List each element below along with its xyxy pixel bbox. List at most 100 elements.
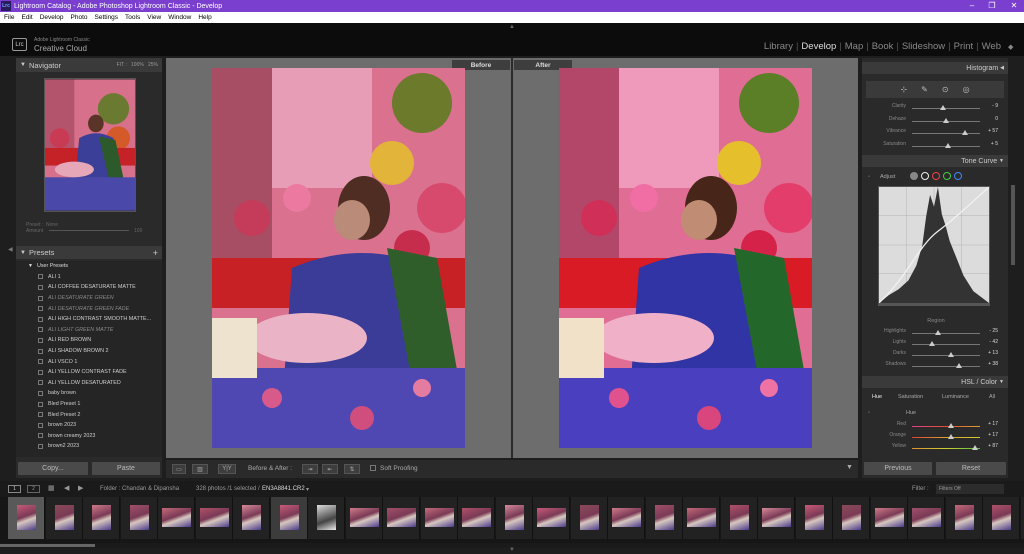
hue-value[interactable]: + 17: [988, 432, 998, 438]
filmstrip-thumbnail[interactable]: [270, 497, 308, 539]
red-eye-icon[interactable]: ⊙: [942, 85, 949, 94]
menu-photo[interactable]: Photo: [71, 14, 88, 21]
main-window-button[interactable]: 1: [8, 485, 21, 493]
presence-value[interactable]: + 57: [988, 128, 998, 134]
paste-button[interactable]: Paste: [92, 462, 160, 475]
filmstrip-thumbnail[interactable]: [758, 497, 795, 539]
presence-value[interactable]: - 9: [992, 103, 998, 109]
filmstrip-thumbnail[interactable]: [570, 497, 608, 539]
filmstrip-thumbnail[interactable]: [458, 497, 495, 539]
hue-slider-thumb[interactable]: [972, 445, 979, 450]
region-value[interactable]: - 42: [989, 339, 998, 345]
region-slider[interactable]: [912, 344, 980, 345]
filmstrip-thumbnail[interactable]: [533, 497, 570, 539]
current-filename[interactable]: EN3A8841.CR2: [262, 486, 305, 492]
region-slider[interactable]: [912, 333, 980, 334]
grid-view-icon[interactable]: ▦: [48, 484, 55, 492]
previous-button[interactable]: Previous: [864, 462, 932, 475]
region-value[interactable]: + 38: [988, 361, 998, 367]
region-slider[interactable]: [912, 366, 980, 367]
presence-slider-thumb[interactable]: [962, 130, 969, 135]
curve-target-icon[interactable]: ◦: [868, 174, 870, 180]
tab-saturation[interactable]: Saturation: [898, 394, 923, 400]
tab-luminance[interactable]: Luminance: [942, 394, 969, 400]
presence-value[interactable]: 0: [995, 116, 998, 122]
region-value[interactable]: - 25: [989, 328, 998, 334]
collapse-bottom-icon[interactable]: ▼: [509, 547, 515, 553]
close-icon[interactable]: ✕: [1004, 0, 1024, 12]
filmstrip-thumbnail[interactable]: [870, 497, 908, 539]
loupe-view-icon[interactable]: ▭: [172, 464, 186, 474]
hue-slider[interactable]: [912, 426, 980, 427]
filmstrip-thumbnail[interactable]: [983, 497, 1020, 539]
preset-item[interactable]: ALI YELLOW CONTRAST FADE: [16, 367, 162, 378]
filter-dropdown[interactable]: Filters Off: [936, 484, 1004, 494]
filmstrip-thumbnail[interactable]: [158, 497, 195, 539]
after-photo[interactable]: [559, 68, 812, 448]
red-channel-icon[interactable]: [932, 172, 940, 180]
tab-hue[interactable]: Hue: [872, 394, 882, 400]
reset-button[interactable]: Reset: [936, 462, 1006, 475]
swap-icon[interactable]: ⇅: [344, 464, 360, 474]
filmstrip-thumbnail[interactable]: [420, 497, 458, 539]
hue-target-icon[interactable]: ◦: [868, 410, 870, 416]
copy-before-to-after-icon[interactable]: ⇥: [302, 464, 318, 474]
before-after-view-icon[interactable]: ▥: [192, 464, 208, 474]
region-slider-thumb[interactable]: [947, 352, 954, 357]
filmstrip-thumbnail[interactable]: [833, 497, 870, 539]
tone-curve-graph[interactable]: [878, 186, 990, 304]
presence-value[interactable]: + 5: [991, 141, 998, 147]
module-map[interactable]: Map: [845, 41, 863, 52]
tab-all[interactable]: All: [989, 394, 995, 400]
menu-tools[interactable]: Tools: [125, 14, 140, 21]
preset-item[interactable]: ALI DESATURATE GREEN: [16, 293, 162, 304]
presets-header[interactable]: ▼ Presets +: [16, 246, 162, 259]
filename-dropdown-icon[interactable]: ▾: [306, 486, 309, 493]
hue-slider-thumb[interactable]: [948, 434, 955, 439]
preset-group[interactable]: ▼ User Presets: [16, 261, 162, 272]
module-book[interactable]: Book: [872, 41, 894, 52]
module-print[interactable]: Print: [954, 41, 974, 52]
presence-slider-thumb[interactable]: [945, 142, 952, 148]
menu-file[interactable]: File: [4, 14, 14, 21]
filmstrip-thumbnail[interactable]: [683, 497, 720, 539]
menu-edit[interactable]: Edit: [21, 14, 32, 21]
region-value[interactable]: + 13: [988, 350, 998, 356]
preset-item[interactable]: Bled Preset 1: [16, 399, 162, 410]
hsl-header[interactable]: HSL / Color ▼: [862, 376, 1008, 388]
filmstrip-thumbnail[interactable]: [495, 497, 533, 539]
presence-slider-thumb[interactable]: [940, 105, 947, 110]
preset-item[interactable]: ALI RED BROWN: [16, 335, 162, 346]
histogram-header[interactable]: Histogram ◀: [862, 62, 1008, 74]
amount-slider[interactable]: [48, 230, 129, 232]
filmstrip-thumbnail[interactable]: [233, 497, 270, 539]
hue-slider[interactable]: [912, 437, 980, 438]
filmstrip-thumbnail[interactable]: [45, 497, 83, 539]
navigator-thumbnail[interactable]: [44, 78, 136, 212]
filmstrip-thumbnail[interactable]: [308, 497, 345, 539]
preset-item[interactable]: Bled Preset 2: [16, 409, 162, 420]
module-options-icon[interactable]: ◆: [1008, 43, 1016, 51]
preset-item[interactable]: ALI LIGHT GREEN MATTE: [16, 325, 162, 336]
filmstrip-thumbnail[interactable]: [908, 497, 945, 539]
module-slideshow[interactable]: Slideshow: [902, 41, 945, 52]
menu-window[interactable]: Window: [168, 14, 191, 21]
filmstrip-scroll-thumb[interactable]: [0, 544, 95, 547]
maximize-icon[interactable]: ❐: [982, 0, 1002, 12]
copy-after-to-before-icon[interactable]: ⇤: [322, 464, 338, 474]
minimize-icon[interactable]: –: [962, 0, 982, 12]
presence-slider-thumb[interactable]: [943, 117, 949, 123]
preset-item[interactable]: ALI 1: [16, 272, 162, 283]
preset-item[interactable]: brown2 2023: [16, 441, 162, 452]
green-channel-icon[interactable]: [943, 172, 951, 180]
curve-split-track[interactable]: [878, 304, 990, 306]
preset-value[interactable]: None: [46, 222, 58, 228]
preset-item[interactable]: ALI COFFEE DESATURATE MATTE: [16, 282, 162, 293]
preset-item[interactable]: ALI YELLOW DESATURATED: [16, 378, 162, 389]
filmstrip-thumbnail[interactable]: [195, 497, 233, 539]
zoom-fit[interactable]: FIT :: [117, 62, 127, 68]
filmstrip-thumbnail[interactable]: [8, 497, 45, 539]
secondary-window-button[interactable]: 2: [27, 485, 40, 493]
masking-icon[interactable]: ◎: [963, 85, 970, 94]
zoom-25[interactable]: 25%: [148, 62, 158, 68]
